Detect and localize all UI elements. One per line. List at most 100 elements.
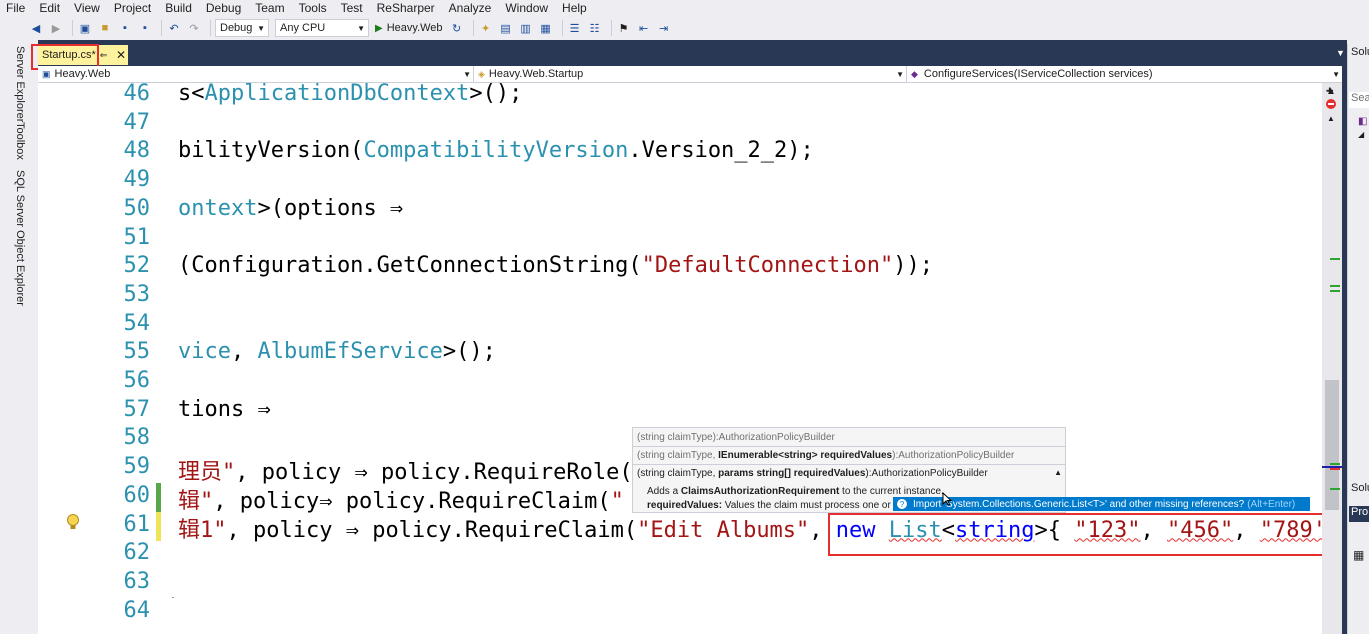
files-icon[interactable]: ▦ xyxy=(538,20,554,36)
uncomment-icon[interactable]: ☷ xyxy=(587,20,603,36)
code-token: CompatibilityVersion xyxy=(363,138,629,164)
code-text[interactable]: vice, AlbumEfService>(); xyxy=(178,339,496,364)
menu-build[interactable]: Build xyxy=(165,1,192,15)
code-line[interactable]: 56 xyxy=(38,368,1322,397)
code-text[interactable]: 理员", policy ⇒ policy.RequireRole( xyxy=(178,454,633,486)
overload-2[interactable]: (string claimType, IEnumerable<string> r… xyxy=(637,450,1014,461)
code-text[interactable]: (Configuration.GetConnectionString("Defa… xyxy=(178,253,933,278)
line-number: 57 xyxy=(123,396,151,422)
save-all-icon[interactable]: ▪ xyxy=(137,20,153,36)
scroll-arrow-icon[interactable]: ▲ xyxy=(1327,114,1335,123)
forward-icon[interactable]: ▶ xyxy=(48,20,64,36)
member-dropdown[interactable]: ◆ ConfigureServices(IServiceCollection s… xyxy=(907,66,1342,82)
menu-edit[interactable]: Edit xyxy=(39,1,60,15)
undo-icon[interactable]: ↶ xyxy=(166,20,182,36)
line-number: 46 xyxy=(123,83,151,106)
next-bookmark-icon[interactable]: ⇥ xyxy=(656,20,672,36)
menu-team[interactable]: Team xyxy=(255,1,284,15)
tab-overflow-icon[interactable]: ▼ xyxy=(1336,48,1345,58)
save-icon[interactable]: ▪ xyxy=(117,20,133,36)
code-line[interactable]: 63 xyxy=(38,569,1322,598)
scrollbar-thumb[interactable] xyxy=(1325,380,1339,510)
menu-resharper[interactable]: ReSharper xyxy=(377,1,435,15)
code-text[interactable]: bilityVersion(CompatibilityVersion.Versi… xyxy=(178,138,814,163)
menu-tools[interactable]: Tools xyxy=(299,1,327,15)
menu-file[interactable]: File xyxy=(6,1,25,15)
code-token: "Edit Albums" xyxy=(637,517,810,543)
pin-icon[interactable]: ⇐ xyxy=(100,50,108,61)
layout-icon[interactable]: ▥ xyxy=(518,20,534,36)
bookmark-icon[interactable]: ⚑ xyxy=(616,20,632,36)
redo-icon[interactable]: ↷ xyxy=(186,20,202,36)
code-text[interactable]: 辑", policy⇒ policy.RequireClaim(" xyxy=(178,483,624,515)
type-dropdown[interactable]: ◈ Heavy.Web.Startup ▼ xyxy=(474,66,907,82)
config-select[interactable]: Debug ▼ xyxy=(215,19,269,37)
code-text[interactable]: ontext>(options ⇒ xyxy=(178,196,403,221)
code-line[interactable]: 53 xyxy=(38,282,1322,311)
prev-bookmark-icon[interactable]: ⇤ xyxy=(636,20,652,36)
menu-debug[interactable]: Debug xyxy=(206,1,241,15)
code-line[interactable]: 55 vice, AlbumEfService>(); xyxy=(38,339,1322,368)
solution-search-input[interactable]: Sea xyxy=(1349,92,1369,108)
code-line[interactable]: 64 xyxy=(38,598,1322,627)
project-value: Heavy.Web xyxy=(54,68,111,80)
quickfix-text[interactable]: Import 'System.Collections.Generic.List<… xyxy=(913,499,1244,510)
code-line[interactable]: 50 ontext>(options ⇒ xyxy=(38,196,1322,225)
question-icon: ? xyxy=(897,499,907,509)
line-number: 55 xyxy=(123,339,151,365)
sql-server-object-explorer-tab[interactable]: SQL Server Object Explorer xyxy=(14,170,26,306)
menu-test[interactable]: Test xyxy=(341,1,363,15)
code-line[interactable]: 51 xyxy=(38,225,1322,254)
menu-view[interactable]: View xyxy=(74,1,100,15)
menu-analyze[interactable]: Analyze xyxy=(449,1,492,15)
project-dropdown[interactable]: ▣ Heavy.Web ▼ xyxy=(38,66,474,82)
import-quickfix-popup[interactable]: ? Import 'System.Collections.Generic.Lis… xyxy=(893,497,1310,511)
code-token: .Version_2_2); xyxy=(628,138,814,164)
chevron-down-icon: ▼ xyxy=(257,23,265,33)
menu-project[interactable]: Project xyxy=(114,1,151,15)
menu-window[interactable]: Window xyxy=(505,1,548,15)
close-icon[interactable]: ✕ xyxy=(116,48,126,62)
split-icon[interactable]: ✚ xyxy=(1326,86,1334,97)
code-token: tions ⇒ xyxy=(178,396,271,422)
summary-pre: Adds a xyxy=(647,486,681,497)
code-line[interactable]: 57 tions ⇒ xyxy=(38,397,1322,426)
start-debug-button[interactable]: ▶ Heavy.Web xyxy=(375,22,443,34)
code-line[interactable]: 46 s<ApplicationDbContext>(); xyxy=(38,83,1322,110)
line-number: 62 xyxy=(123,540,151,566)
new-project-icon[interactable]: ▣ xyxy=(77,20,93,36)
back-icon[interactable]: ◀ xyxy=(28,20,44,36)
line-number: 64 xyxy=(123,597,151,623)
code-line[interactable]: 52 (Configuration.GetConnectionString("De… xyxy=(38,253,1322,282)
browser-link-icon[interactable]: ✦ xyxy=(478,20,494,36)
chevron-down-icon: ▼ xyxy=(463,69,471,79)
solution-explorer-title[interactable]: Solu xyxy=(1349,46,1369,62)
code-line[interactable]: 54 xyxy=(38,311,1322,340)
line-number: 60 xyxy=(123,482,151,508)
open-file-icon[interactable]: ■ xyxy=(97,20,113,36)
properties-panel-title[interactable]: Pro xyxy=(1349,506,1369,522)
refresh-icon[interactable]: ↻ xyxy=(449,20,465,36)
solution-icon[interactable]: ▤ xyxy=(498,20,514,36)
code-token: (Configuration.GetConnectionString( xyxy=(178,253,642,279)
overload-3[interactable]: (string claimType, params string[] requi… xyxy=(637,468,988,479)
overload-1[interactable]: (string claimType):AuthorizationPolicyBu… xyxy=(637,432,835,443)
platform-select[interactable]: Any CPU ▼ xyxy=(275,19,369,37)
line-number: 51 xyxy=(123,224,151,250)
code-text[interactable]: tions ⇒ xyxy=(178,397,271,422)
solution-explorer-tab[interactable]: Solu xyxy=(1349,482,1369,498)
menu-bar: File Edit View Project Build Debug Team Tools Te… xyxy=(0,0,1369,16)
server-explorer-tab[interactable]: Server Explorer xyxy=(14,46,26,122)
tree-expander-icon[interactable]: ◢ xyxy=(1358,130,1364,139)
properties-grid-icon[interactable]: ▦ xyxy=(1353,548,1364,562)
change-mark xyxy=(1330,488,1340,490)
comment-icon[interactable]: ☰ xyxy=(567,20,583,36)
scroll-up-icon[interactable]: ▲ xyxy=(1054,468,1062,477)
editor-scrollbar[interactable] xyxy=(1322,83,1342,634)
code-line[interactable]: 48 bilityVersion(CompatibilityVersion.Ver… xyxy=(38,138,1322,167)
code-line[interactable]: 49 xyxy=(38,167,1322,196)
menu-help[interactable]: Help xyxy=(562,1,587,15)
code-text[interactable]: s<ApplicationDbContext>(); xyxy=(178,83,522,106)
toolbox-tab[interactable]: Toolbox xyxy=(14,122,26,160)
code-line[interactable]: 47 xyxy=(38,110,1322,139)
